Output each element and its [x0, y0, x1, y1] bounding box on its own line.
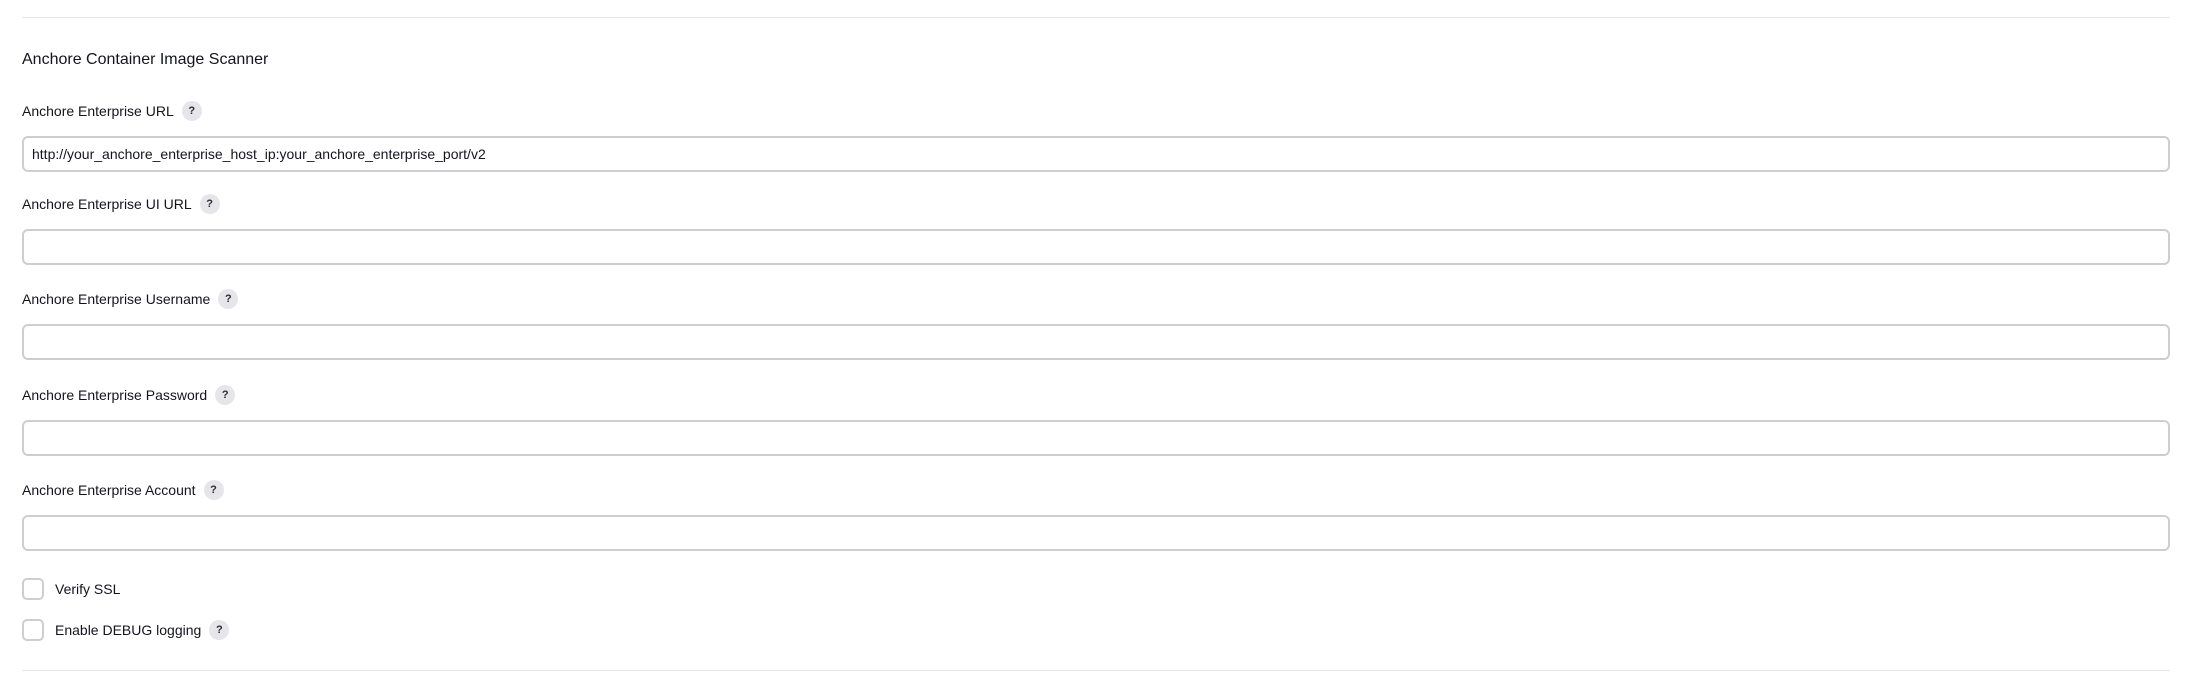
verify-ssl-row[interactable]: Verify SSL	[22, 578, 120, 600]
enterprise-ui-url-input[interactable]	[22, 229, 2170, 265]
field-enterprise-username: Anchore Enterprise Username ?	[22, 288, 2170, 360]
enable-debug-logging-row[interactable]: Enable DEBUG logging ?	[22, 619, 230, 641]
field-enterprise-account: Anchore Enterprise Account ?	[22, 479, 2170, 551]
enterprise-ui-url-label: Anchore Enterprise UI URL	[22, 196, 192, 212]
enterprise-password-label: Anchore Enterprise Password	[22, 387, 208, 403]
help-question-icon[interactable]: ?	[181, 101, 202, 121]
enable-debug-logging-checkbox[interactable]	[22, 619, 44, 641]
enterprise-url-input[interactable]	[22, 136, 2170, 172]
field-label-row: Anchore Enterprise URL ?	[22, 100, 2170, 122]
field-label-row: Anchore Enterprise UI URL ?	[22, 193, 2170, 215]
enterprise-account-label: Anchore Enterprise Account	[22, 482, 196, 498]
enterprise-username-input[interactable]	[22, 324, 2170, 360]
enable-debug-logging-label[interactable]: Enable DEBUG logging	[55, 620, 201, 640]
enterprise-password-input[interactable]	[22, 420, 2170, 456]
help-question-icon[interactable]: ?	[218, 289, 239, 309]
help-question-icon[interactable]: ?	[209, 620, 230, 640]
enterprise-account-input[interactable]	[22, 515, 2170, 551]
help-question-icon[interactable]: ?	[199, 194, 220, 214]
verify-ssl-label[interactable]: Verify SSL	[55, 579, 120, 599]
section-title: Anchore Container Image Scanner	[22, 51, 269, 68]
top-divider	[22, 17, 2170, 18]
field-enterprise-url: Anchore Enterprise URL ?	[22, 100, 2170, 172]
help-question-icon[interactable]: ?	[203, 480, 224, 500]
field-enterprise-ui-url: Anchore Enterprise UI URL ?	[22, 193, 2170, 265]
enterprise-url-label: Anchore Enterprise URL	[22, 103, 174, 119]
verify-ssl-checkbox[interactable]	[22, 578, 44, 600]
help-question-icon[interactable]: ?	[215, 385, 236, 405]
field-label-row: Anchore Enterprise Password ?	[22, 384, 2170, 406]
bottom-divider	[22, 670, 2170, 671]
field-enterprise-password: Anchore Enterprise Password ?	[22, 384, 2170, 456]
enterprise-username-label: Anchore Enterprise Username	[22, 291, 211, 307]
field-label-row: Anchore Enterprise Username ?	[22, 288, 2170, 310]
field-label-row: Anchore Enterprise Account ?	[22, 479, 2170, 501]
